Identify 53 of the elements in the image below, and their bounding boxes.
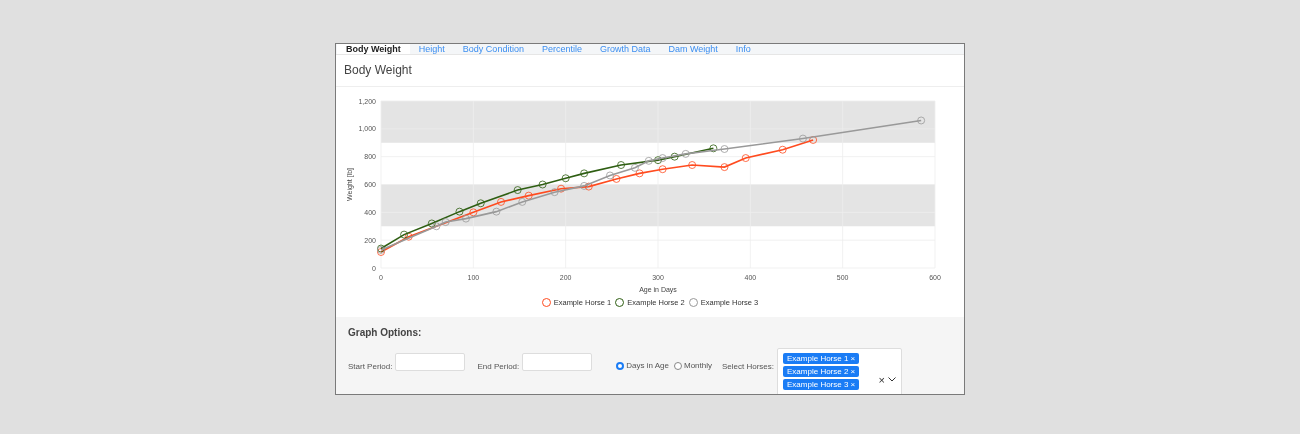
horse-select-field[interactable]: Example Horse 1 × Example Horse 2 × Example Horse 3 × × [777, 348, 903, 394]
data-point [799, 134, 807, 143]
data-point [778, 145, 787, 154]
data-point [709, 144, 718, 153]
tab[interactable]: Growth Data [590, 44, 660, 54]
radio-button[interactable] [616, 361, 625, 370]
tab[interactable]: Body Condition [453, 44, 533, 54]
tab[interactable]: Height [409, 44, 454, 54]
radio-label: Days in Age [626, 361, 669, 370]
data-point [469, 208, 478, 217]
horse-tag[interactable]: Example Horse 1 × [783, 353, 860, 364]
start-period-field[interactable] [395, 353, 466, 371]
radio-button[interactable] [674, 361, 682, 370]
chevron-down-icon[interactable] [888, 377, 897, 382]
data-point [580, 169, 589, 178]
data-point [688, 161, 697, 169]
data-point [492, 207, 501, 216]
section-title: Body Weight [336, 55, 964, 87]
data-point [658, 165, 667, 174]
data-point [404, 232, 413, 241]
data-point [635, 169, 644, 178]
data-point [538, 180, 547, 189]
data-point [584, 182, 593, 191]
tab[interactable]: Percentile [532, 44, 591, 54]
tab[interactable]: Dam Weight [659, 44, 727, 54]
data-point [476, 199, 485, 208]
horse-tag[interactable]: Example Horse 2 × [783, 366, 860, 377]
options-title: Graph Options: [348, 327, 423, 338]
tab[interactable]: Info [726, 44, 760, 54]
data-point [432, 222, 441, 231]
data-point [455, 207, 464, 216]
radio-label: Monthly [684, 361, 712, 370]
data-point [741, 154, 750, 162]
data-point [917, 116, 926, 125]
data-point [561, 174, 570, 183]
data-point [524, 191, 533, 200]
data-point [720, 145, 729, 153]
data-point [427, 219, 436, 228]
data-point [550, 188, 559, 197]
data-point [681, 150, 690, 158]
end-period-field[interactable] [522, 353, 593, 371]
field-label: Select Horses: [722, 362, 775, 371]
data-point [809, 136, 817, 144]
data-point [720, 163, 729, 171]
data-point [513, 186, 522, 194]
data-point [670, 152, 679, 161]
horse-tag[interactable]: Example Horse 3 × [783, 379, 860, 390]
data-point [644, 156, 653, 165]
tab[interactable]: Body Weight [337, 44, 410, 54]
data-point [617, 161, 625, 169]
field-label: End Period: [477, 362, 520, 371]
clear-button[interactable]: × [878, 373, 886, 386]
field-label: Start Period: [348, 362, 393, 371]
